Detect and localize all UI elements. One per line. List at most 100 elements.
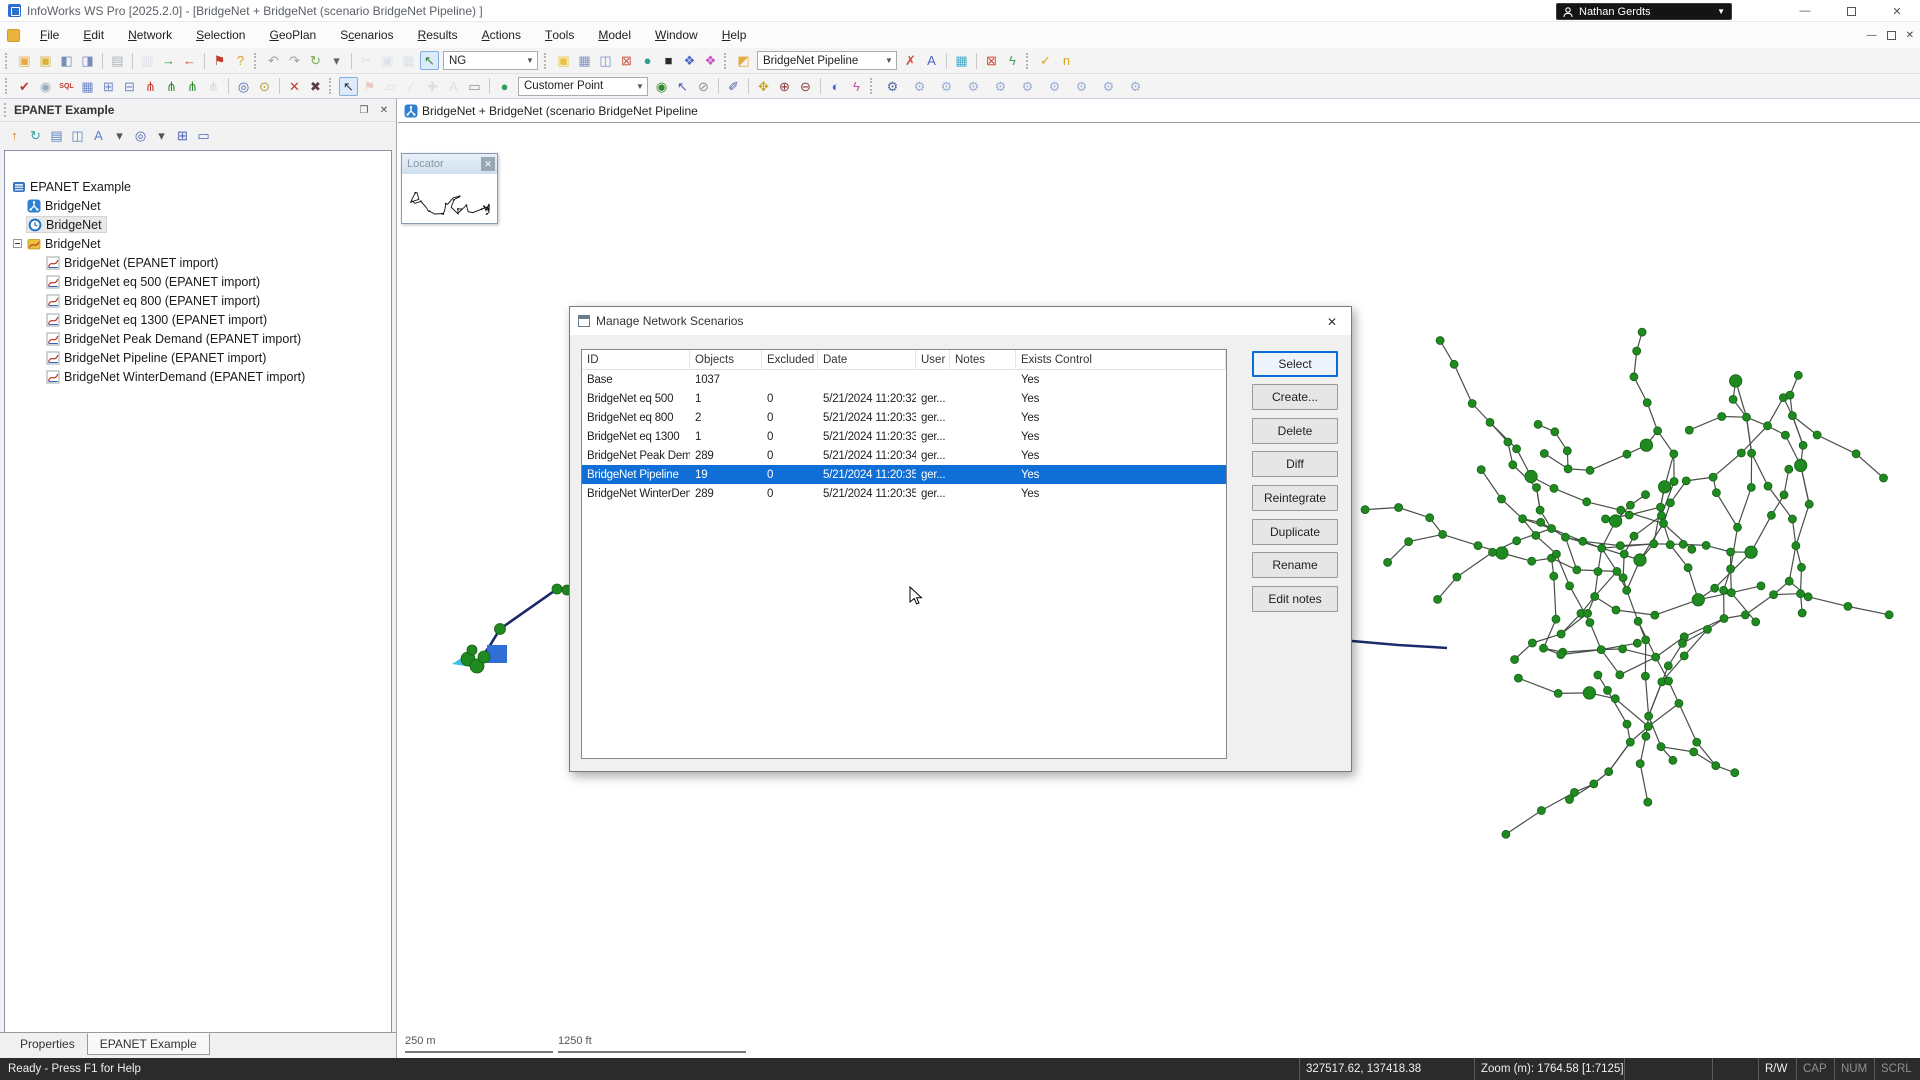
panel-tab-properties[interactable]: Properties — [8, 1034, 87, 1055]
geoplan-tool-icon[interactable]: ↖ — [420, 51, 439, 70]
iterations-icon[interactable]: n — [1057, 51, 1076, 70]
network-combo[interactable]: NG▼ — [443, 51, 538, 70]
theme-pink-icon[interactable]: ❖ — [701, 51, 720, 70]
branch-red-icon[interactable]: ⋔ — [141, 77, 160, 96]
column-header-user[interactable]: User — [916, 350, 950, 370]
document-icon[interactable] — [7, 29, 20, 42]
tree-item[interactable]: EPANET Example — [5, 177, 391, 196]
panel-close-button[interactable]: ✕ — [376, 102, 392, 118]
tree-item[interactable]: BridgeNet — [5, 196, 391, 215]
duplicate-button[interactable]: Duplicate — [1252, 519, 1338, 545]
locator-close-button[interactable]: ✕ — [481, 157, 495, 171]
user-group-icon[interactable]: ◉ — [36, 77, 55, 96]
menu-file[interactable]: File — [28, 22, 71, 48]
sort-caret-icon[interactable]: ▾ — [110, 126, 129, 145]
menu-edit[interactable]: Edit — [71, 22, 116, 48]
gear-icon[interactable]: ⚙ — [1126, 77, 1145, 96]
details-icon[interactable]: ▤ — [47, 126, 66, 145]
gear-icon[interactable]: ⚙ — [883, 77, 902, 96]
select-line-icon[interactable]: ∕ — [402, 77, 421, 96]
exclude-objects-icon[interactable]: ⊠ — [982, 51, 1001, 70]
reintegrate-button[interactable]: Reintegrate — [1252, 485, 1338, 511]
geoplan-window-tab[interactable]: BridgeNet + BridgeNet (scenario BridgeNe… — [398, 99, 708, 122]
new-transportable-db-icon[interactable]: ▣ — [15, 51, 34, 70]
panel-float-button[interactable]: ❒ — [356, 102, 372, 118]
menu-tools[interactable]: Tools — [533, 22, 586, 48]
open-master-db-icon[interactable]: ▣ — [36, 51, 55, 70]
close-window-icon[interactable]: ⊠ — [617, 51, 636, 70]
refresh-tree-icon[interactable]: ↻ — [26, 126, 45, 145]
layers-icon[interactable]: ⊞ — [173, 126, 192, 145]
delete-scenario-icon[interactable]: ✗ — [901, 51, 920, 70]
redo-icon[interactable]: ↷ — [285, 51, 304, 70]
print-icon[interactable]: ▤ — [108, 51, 127, 70]
undo-icon[interactable]: ↶ — [264, 51, 283, 70]
cut-icon[interactable]: ✂ — [357, 51, 376, 70]
menu-help[interactable]: Help — [710, 22, 759, 48]
toolbar-grip[interactable] — [5, 53, 9, 69]
gear-icon[interactable]: ⚙ — [964, 77, 983, 96]
find-caret-icon[interactable]: ▾ — [152, 126, 171, 145]
menu-results[interactable]: Results — [406, 22, 470, 48]
save-icon[interactable]: ▥ — [138, 51, 157, 70]
object-type-combo[interactable]: Customer Point▼ — [518, 77, 648, 96]
scenario-row[interactable]: BridgeNet eq 1300105/21/2024 11:20:33...… — [582, 427, 1226, 446]
sort-icon[interactable]: A — [89, 126, 108, 145]
link-icon[interactable]: ■ — [659, 51, 678, 70]
scenario-manager-icon[interactable]: ◩ — [734, 51, 753, 70]
move-up-icon[interactable]: ↑ — [5, 126, 24, 145]
delete-flag-icon[interactable]: ✖ — [306, 77, 325, 96]
toolbar-grip[interactable] — [544, 53, 548, 69]
menu-window[interactable]: Window — [643, 22, 710, 48]
branch-mixed-icon[interactable]: ⋔ — [183, 77, 202, 96]
grid-view-icon[interactable]: ▦ — [78, 77, 97, 96]
scenario-row[interactable]: BridgeNet WinterDemand28905/21/2024 11:2… — [582, 484, 1226, 503]
dialog-title-bar[interactable]: Manage Network Scenarios ✕ — [570, 307, 1351, 335]
unassign-pointer-icon[interactable]: ⊘ — [694, 77, 713, 96]
select-vertex-icon[interactable]: ✚ — [423, 77, 442, 96]
scenario-row[interactable]: BridgeNet eq 800205/21/2024 11:20:33...g… — [582, 408, 1226, 427]
scenario-combo[interactable]: BridgeNet Pipeline▼ — [757, 51, 897, 70]
gear-icon[interactable]: ⚙ — [937, 77, 956, 96]
gear-icon[interactable]: ⚙ — [991, 77, 1010, 96]
toolbar-grip[interactable] — [5, 78, 9, 94]
tree-collapse-toggle[interactable] — [13, 239, 22, 248]
grid-report-icon[interactable]: ▦ — [575, 51, 594, 70]
new-window-icon[interactable]: ▣ — [554, 51, 573, 70]
rename-button[interactable]: Rename — [1252, 552, 1338, 578]
diff-button[interactable]: Diff — [1252, 451, 1338, 477]
flag-tool-icon[interactable]: ⚑ — [360, 77, 379, 96]
menu-geoplan[interactable]: GeoPlan — [257, 22, 328, 48]
refresh-caret-icon[interactable]: ▾ — [327, 51, 346, 70]
tree-item[interactable]: BridgeNet eq 500 (EPANET import) — [5, 272, 391, 291]
user-account-dropdown[interactable]: Nathan Gerdts ▼ — [1556, 3, 1732, 20]
copy-window-icon[interactable]: ◫ — [596, 51, 615, 70]
tree-item[interactable]: BridgeNet WinterDemand (EPANET import) — [5, 367, 391, 386]
export-icon[interactable]: → — [159, 51, 178, 70]
trace-icon[interactable]: ✐ — [724, 77, 743, 96]
paste-icon[interactable]: ▦ — [399, 51, 418, 70]
import-icon[interactable]: ← — [180, 51, 199, 70]
menu-selection[interactable]: Selection — [184, 22, 257, 48]
select-polygon-icon[interactable]: ▱ — [381, 77, 400, 96]
edit-notes-button[interactable]: Edit notes — [1252, 586, 1338, 612]
zoom-out-icon[interactable]: ⊖ — [796, 77, 815, 96]
mdi-minimize-button[interactable]: — — [1867, 30, 1877, 41]
pointer-tool-icon[interactable]: ↖ — [339, 77, 358, 96]
chevron-down-icon[interactable]: ▼ — [633, 82, 647, 91]
validate-network-icon[interactable]: ✔ — [15, 77, 34, 96]
column-header-id[interactable]: ID — [582, 350, 690, 370]
delete-button[interactable]: Delete — [1252, 418, 1338, 444]
validation-icon[interactable]: ✓ — [1036, 51, 1055, 70]
create-button[interactable]: Create... — [1252, 384, 1338, 410]
gear-icon[interactable]: ⚙ — [910, 77, 929, 96]
tree-item[interactable]: BridgeNet Pipeline (EPANET import) — [5, 348, 391, 367]
gear-icon[interactable]: ⚙ — [1099, 77, 1118, 96]
delete-selection-icon[interactable]: ✕ — [285, 77, 304, 96]
lock-icon[interactable]: ◧ — [57, 51, 76, 70]
sql-icon[interactable]: SQL — [57, 77, 76, 96]
restore-button[interactable] — [1828, 0, 1874, 22]
panel-grip[interactable] — [4, 103, 8, 117]
label-tool-icon[interactable]: A — [444, 77, 463, 96]
scenario-row[interactable]: Base1037Yes — [582, 370, 1226, 389]
